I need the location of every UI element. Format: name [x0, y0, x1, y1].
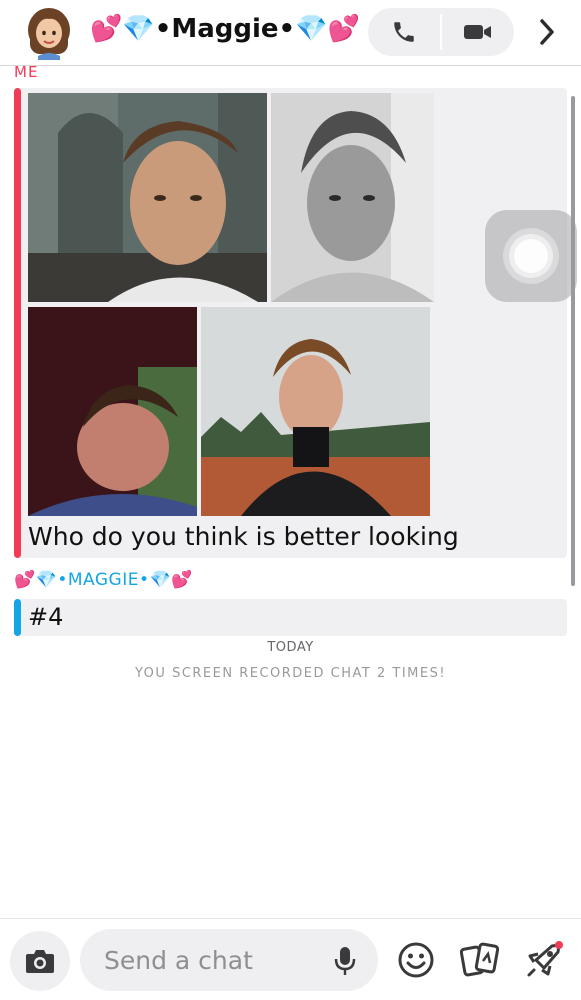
photo-1[interactable] [28, 93, 267, 302]
camera-button[interactable] [10, 931, 70, 991]
microphone-button[interactable] [330, 943, 360, 979]
bitmoji-avatar[interactable] [24, 6, 74, 60]
photo-3[interactable] [28, 307, 197, 516]
notification-dot [555, 941, 563, 949]
microphone-icon [334, 947, 356, 975]
chat-header: 💕💎•Maggie•💎💕 [0, 0, 581, 66]
system-notice: YOU SCREEN RECORDED CHAT 2 TIMES! [134, 666, 447, 681]
assistive-touch-ring [514, 239, 548, 273]
camera-icon [26, 950, 54, 973]
received-message-accent-bar [14, 599, 21, 636]
cards-icon [460, 942, 500, 977]
chat-title[interactable]: 💕💎•Maggie•💎💕 [90, 14, 360, 44]
sender-label-me: ME [14, 63, 39, 81]
photo-2[interactable] [271, 93, 434, 302]
video-call-button[interactable] [442, 8, 514, 56]
sender-label-friend: 💕💎•MAGGIE•💎💕 [14, 570, 193, 590]
received-message-text: #4 [28, 603, 64, 631]
chevron-right-icon [540, 19, 554, 45]
received-message[interactable] [14, 599, 567, 636]
photo-4[interactable] [201, 307, 430, 516]
more-button[interactable] [530, 14, 564, 50]
composer-divider [0, 918, 581, 919]
scrollbar[interactable] [571, 96, 575, 586]
sent-message-text: Who do you think is better looking [28, 522, 459, 551]
sent-message-accent-bar [14, 88, 21, 558]
stickers-button[interactable] [394, 938, 438, 982]
smiley-icon [398, 942, 434, 978]
assistive-touch-button[interactable] [485, 210, 577, 302]
rocket-icon [527, 941, 563, 977]
voice-call-button[interactable] [368, 8, 440, 56]
cards-button[interactable] [458, 938, 502, 982]
date-divider: TODAY [267, 640, 314, 655]
call-controls [368, 8, 514, 56]
games-button[interactable] [522, 938, 566, 982]
phone-icon [394, 22, 414, 42]
video-camera-icon [464, 25, 491, 39]
